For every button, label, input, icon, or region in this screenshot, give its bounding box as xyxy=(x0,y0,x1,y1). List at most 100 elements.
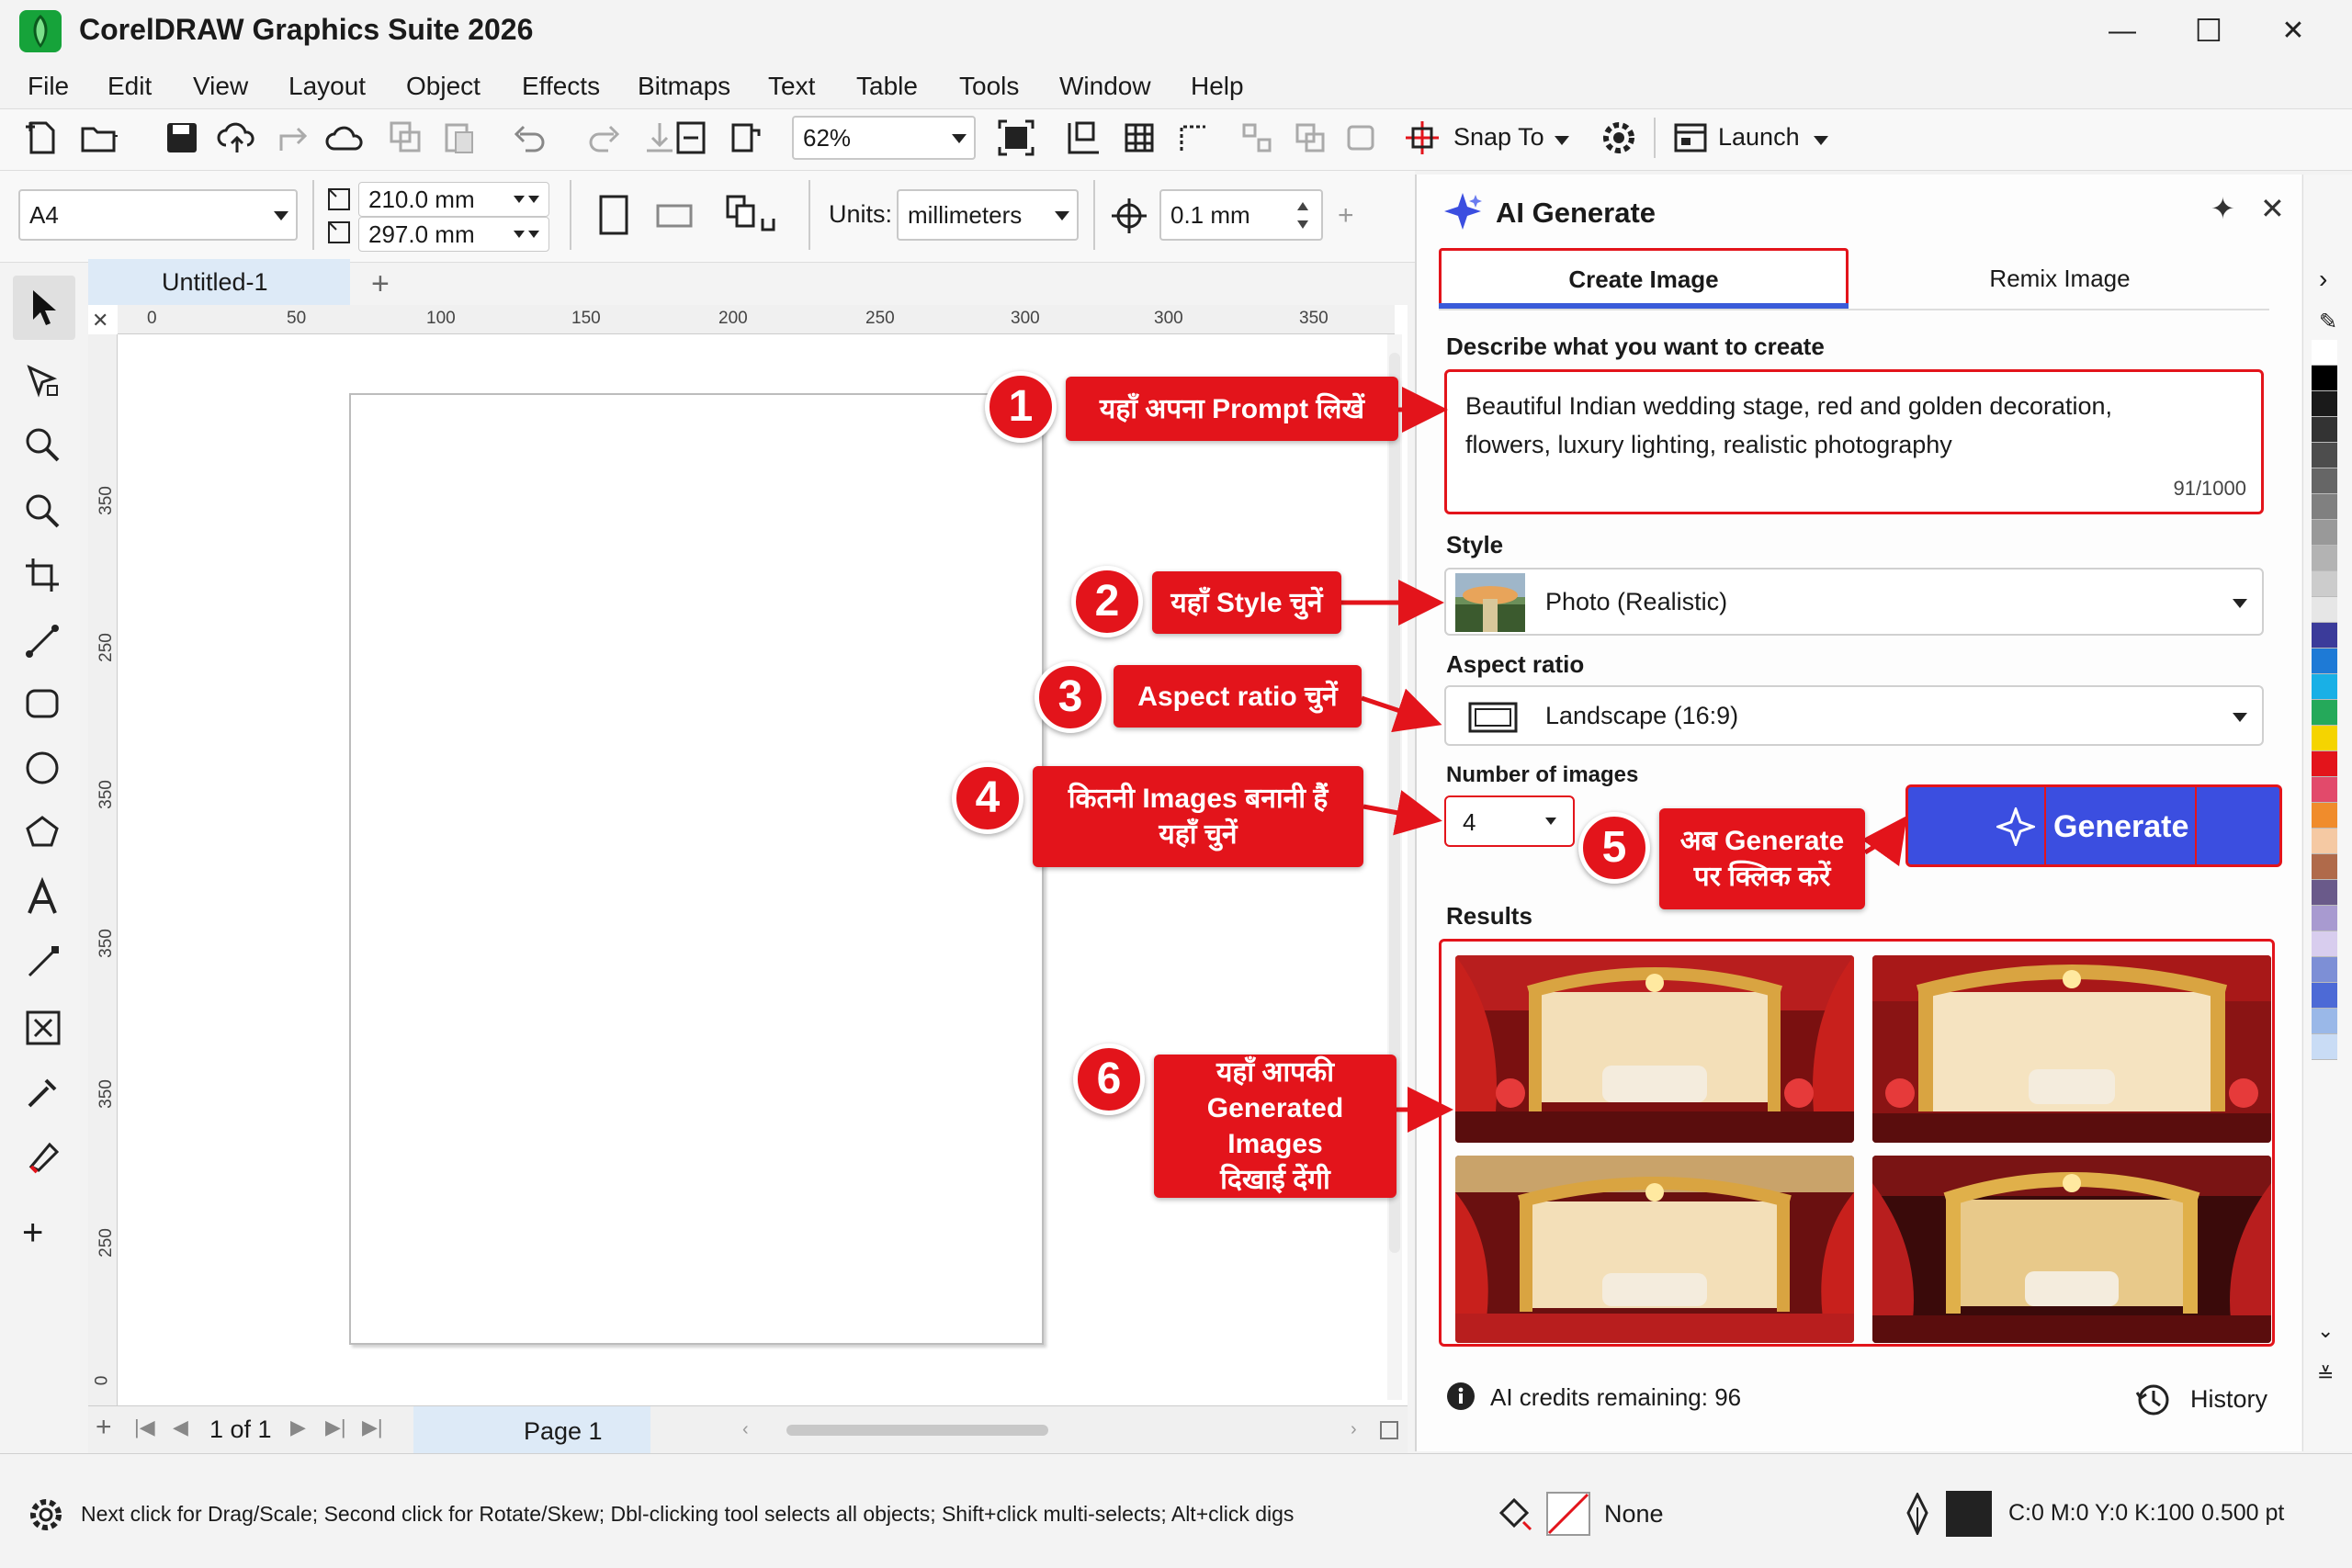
spin-down-icon[interactable] xyxy=(1297,220,1308,229)
portrait-orientation-icon[interactable] xyxy=(595,193,632,237)
publish-pdf-icon[interactable] xyxy=(726,118,766,158)
rulers-icon[interactable] xyxy=(1064,118,1104,158)
palette-swatch[interactable] xyxy=(2312,494,2337,520)
palette-swatch[interactable] xyxy=(2312,623,2337,649)
palette-swatch[interactable] xyxy=(2312,854,2337,880)
palette-swatch[interactable] xyxy=(2312,931,2337,957)
pick-tool-icon[interactable] xyxy=(22,287,64,329)
zoom-tool-icon[interactable] xyxy=(22,424,64,467)
add-page-icon[interactable]: + xyxy=(96,1412,112,1443)
save-icon[interactable] xyxy=(162,118,202,158)
pin-panel-icon[interactable]: ✦ xyxy=(2211,191,2235,226)
close-button[interactable]: ✕ xyxy=(2256,7,2330,55)
snap-to-icon[interactable] xyxy=(1402,118,1442,158)
new-tab-button[interactable]: + xyxy=(371,266,390,302)
page-width-field[interactable]: 210.0 mm xyxy=(358,182,549,217)
rectangle-tool-icon[interactable] xyxy=(22,683,64,726)
palette-swatch[interactable] xyxy=(2312,571,2337,597)
freehand-tool-icon[interactable] xyxy=(22,619,64,661)
aspect-ratio-select[interactable]: Landscape (16:9) xyxy=(1444,685,2264,746)
vertical-ruler[interactable]: 350 250 350 350 350 250 0 xyxy=(88,334,118,1405)
gear-icon[interactable] xyxy=(1599,118,1639,158)
result-image-4[interactable] xyxy=(1872,1156,2271,1343)
maximize-button[interactable]: ☐ xyxy=(2172,7,2245,55)
page-size-select[interactable]: A4 xyxy=(18,189,298,241)
result-image-3[interactable] xyxy=(1455,1156,1854,1343)
add-tool-icon[interactable]: + xyxy=(22,1213,43,1254)
page-height-field[interactable]: 297.0 mm xyxy=(358,217,549,252)
launch-label[interactable]: Launch xyxy=(1718,123,1800,152)
scroll-left-icon[interactable]: ‹ xyxy=(742,1419,749,1440)
palette-swatch[interactable] xyxy=(2312,803,2337,829)
expand-docker-icon[interactable]: › xyxy=(2319,265,2327,294)
next-page-icon[interactable]: ▶ xyxy=(290,1416,306,1439)
tab-create-image[interactable]: Create Image xyxy=(1439,248,1849,307)
palette-swatch[interactable] xyxy=(2312,417,2337,443)
minimize-button[interactable]: — xyxy=(2086,7,2159,55)
palette-swatch[interactable] xyxy=(2312,443,2337,468)
menu-text[interactable]: Text xyxy=(768,72,815,101)
snap-to-label[interactable]: Snap To xyxy=(1453,123,1544,152)
plus-icon[interactable]: + xyxy=(1338,200,1354,231)
close-panel-icon[interactable]: ✕ xyxy=(2260,191,2285,226)
palette-swatch[interactable] xyxy=(2312,983,2337,1009)
eyedropper-icon[interactable]: ✎ xyxy=(2319,309,2337,335)
zoom-out-tool-icon[interactable] xyxy=(22,491,64,533)
grid-icon[interactable] xyxy=(1119,118,1159,158)
menu-window[interactable]: Window xyxy=(1059,72,1151,101)
palette-swatch[interactable] xyxy=(2312,340,2337,366)
zoom-to-page-icon[interactable] xyxy=(996,118,1036,158)
navigator-icon[interactable] xyxy=(1380,1421,1398,1439)
vertical-scrollbar[interactable] xyxy=(1387,334,1402,1400)
shape-tool-icon[interactable] xyxy=(22,360,64,402)
crop-tool-icon[interactable] xyxy=(22,555,64,597)
group-disabled-icon[interactable] xyxy=(1290,118,1330,158)
menu-edit[interactable]: Edit xyxy=(107,72,152,101)
gear-icon[interactable] xyxy=(26,1495,66,1535)
cloud-icon[interactable] xyxy=(325,118,366,158)
menu-effects[interactable]: Effects xyxy=(522,72,600,101)
fill-tool-icon[interactable] xyxy=(22,1135,64,1178)
text-tool-icon[interactable] xyxy=(22,876,64,919)
ruler-origin-icon[interactable]: ✕ xyxy=(92,309,108,333)
ellipse-tool-icon[interactable] xyxy=(22,748,64,790)
chevron-down-icon[interactable] xyxy=(1814,136,1828,145)
menu-view[interactable]: View xyxy=(193,72,248,101)
palette-swatch[interactable] xyxy=(2312,520,2337,546)
color-palette[interactable] xyxy=(2312,340,2337,1359)
connector-tool-icon[interactable] xyxy=(22,941,64,983)
menu-tools[interactable]: Tools xyxy=(959,72,1019,101)
zoom-level-select[interactable]: 62% xyxy=(792,116,976,160)
palette-swatch[interactable] xyxy=(2312,674,2337,700)
palette-swatch[interactable] xyxy=(2312,546,2337,571)
palette-swatch[interactable] xyxy=(2312,1009,2337,1034)
history-icon[interactable] xyxy=(2135,1382,2172,1418)
effects-tool-icon[interactable] xyxy=(22,1007,64,1049)
scroll-right-icon[interactable]: › xyxy=(1351,1419,1357,1440)
guidelines-icon[interactable] xyxy=(1174,118,1215,158)
menu-help[interactable]: Help xyxy=(1191,72,1244,101)
first-page-icon[interactable]: |◀ xyxy=(134,1416,155,1439)
history-button[interactable]: History xyxy=(2190,1385,2267,1414)
polygon-tool-icon[interactable] xyxy=(22,812,64,854)
palette-swatch[interactable] xyxy=(2312,726,2337,751)
landscape-orientation-icon[interactable] xyxy=(654,200,695,231)
style-select[interactable]: Photo (Realistic) xyxy=(1444,568,2264,636)
palette-swatch[interactable] xyxy=(2312,468,2337,494)
tab-remix-image[interactable]: Remix Image xyxy=(1852,248,2267,307)
launch-icon[interactable] xyxy=(1670,118,1711,158)
redo-icon[interactable] xyxy=(584,118,625,158)
palette-swatch[interactable] xyxy=(2312,957,2337,983)
horizontal-scroll-thumb[interactable] xyxy=(786,1425,1048,1436)
palette-swatch[interactable] xyxy=(2312,366,2337,391)
paste-disabled-icon[interactable] xyxy=(439,118,480,158)
add-page-after-icon[interactable]: ▶| xyxy=(362,1416,383,1439)
menu-table[interactable]: Table xyxy=(856,72,918,101)
palette-scroll-down-icon[interactable]: ⌄ xyxy=(2317,1319,2334,1343)
units-select[interactable]: millimeters xyxy=(897,189,1079,241)
no-fill-swatch-icon[interactable] xyxy=(1545,1491,1591,1537)
result-image-1[interactable] xyxy=(1455,955,1854,1143)
share-disabled-icon[interactable] xyxy=(272,118,312,158)
palette-swatch[interactable] xyxy=(2312,649,2337,674)
menu-bitmaps[interactable]: Bitmaps xyxy=(638,72,730,101)
